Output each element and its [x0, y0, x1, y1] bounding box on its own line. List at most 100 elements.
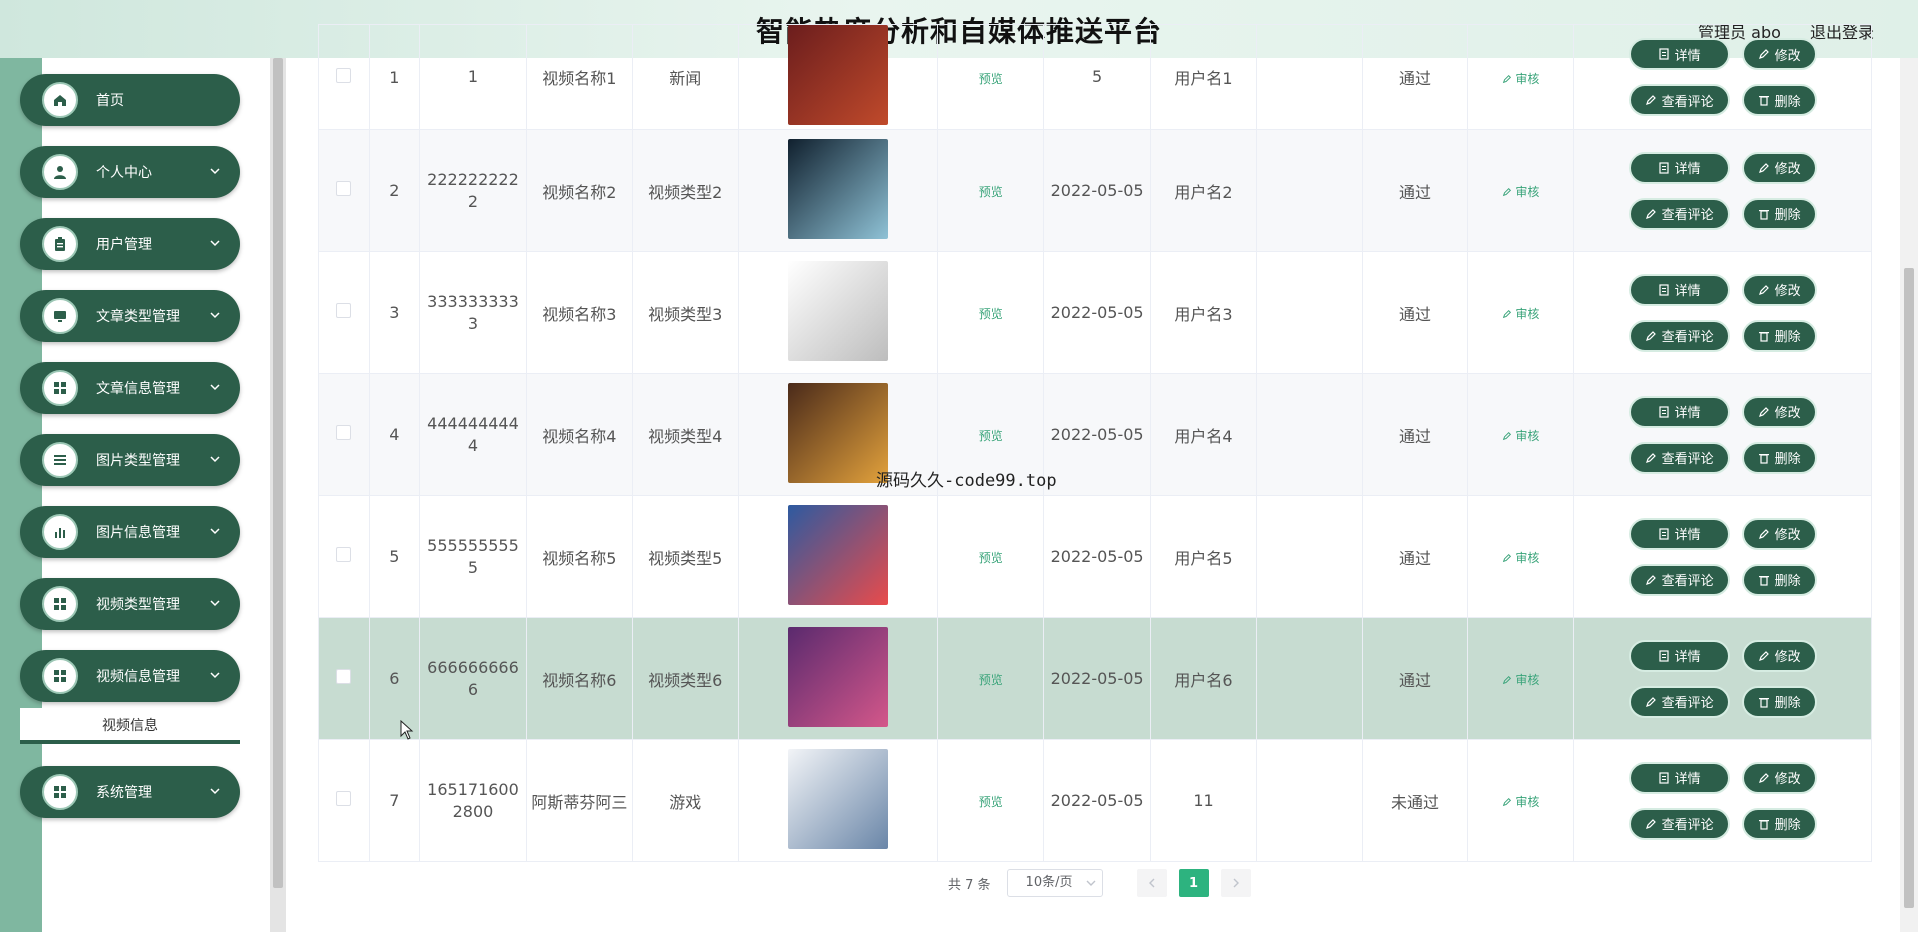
table-cell: 视频名称6 [525, 617, 633, 740]
main-scrollbar[interactable] [1900, 58, 1918, 932]
pagination-page-1[interactable]: 1 [1178, 869, 1209, 897]
sidebar-item-7[interactable]: 视频类型管理 [20, 578, 240, 630]
row-actions: 详情 修改 查看评论 删除 [1574, 517, 1871, 596]
delete-button[interactable]: 删除 [1741, 84, 1817, 116]
video-thumbnail [788, 25, 889, 125]
username: 用户名3 [1174, 304, 1233, 324]
video-id: 1 [467, 67, 479, 86]
sidebar-scrollbar-thumb[interactable] [273, 58, 283, 888]
audit-link[interactable]: 审核 [1502, 185, 1539, 199]
edit-button[interactable]: 修改 [1741, 273, 1817, 306]
row-checkbox[interactable] [336, 547, 352, 562]
page-size-select[interactable]: 10条/页 [1006, 869, 1103, 897]
sidebar-item-2[interactable]: 用户管理 [20, 218, 240, 270]
audit-link-label: 审核 [1515, 551, 1540, 565]
pagination-next-button[interactable] [1220, 869, 1251, 897]
row-checkbox[interactable] [336, 425, 352, 440]
edit-icon [1503, 675, 1512, 685]
detail-button[interactable]: 详情 [1628, 639, 1730, 672]
row-checkbox[interactable] [336, 669, 352, 684]
row-checkbox[interactable] [336, 67, 352, 83]
sidebar-item-4[interactable]: 文章信息管理 [20, 362, 240, 414]
audit-link[interactable]: 审核 [1502, 795, 1539, 809]
table-cell [737, 617, 939, 740]
edit-button-label: 修改 [1774, 162, 1801, 177]
chevron-right-icon [1233, 878, 1239, 888]
view-comments-button[interactable]: 查看评论 [1628, 84, 1730, 116]
audit-link[interactable]: 审核 [1502, 551, 1539, 565]
audit-link[interactable]: 审核 [1502, 307, 1539, 321]
view-comments-button[interactable]: 查看评论 [1628, 563, 1730, 596]
audit-link-label: 审核 [1515, 307, 1540, 321]
delete-button[interactable]: 删除 [1741, 441, 1817, 474]
sidebar-item-6[interactable]: 图片信息管理 [20, 506, 240, 558]
audit-link[interactable]: 审核 [1502, 429, 1539, 443]
table-cell [737, 739, 939, 862]
detail-button[interactable]: 详情 [1628, 517, 1730, 550]
publish-date: 5 [1092, 67, 1103, 86]
delete-button-label: 删除 [1774, 452, 1801, 467]
sidebar-scrollbar[interactable] [270, 58, 286, 932]
row-index: 5 [389, 547, 400, 566]
detail-button[interactable]: 详情 [1628, 38, 1730, 70]
edit-button[interactable]: 修改 [1741, 517, 1817, 550]
view-comments-button[interactable]: 查看评论 [1628, 807, 1730, 840]
sidebar-item-5[interactable]: 图片类型管理 [20, 434, 240, 486]
edit-button[interactable]: 修改 [1741, 639, 1817, 672]
sidebar-item-1[interactable]: 个人中心 [20, 146, 240, 198]
chevron-down-icon [210, 456, 220, 463]
view-comments-button[interactable]: 查看评论 [1628, 197, 1730, 230]
view-comments-button[interactable]: 查看评论 [1628, 319, 1730, 352]
sidebar-item-3[interactable]: 文章类型管理 [20, 290, 240, 342]
chevron-down-icon [210, 168, 220, 175]
table-cell: 视频类型4 [631, 373, 739, 496]
sidebar-item-system[interactable]: 系统管理 [20, 766, 240, 818]
row-index: 4 [389, 425, 400, 444]
delete-button[interactable]: 删除 [1741, 807, 1817, 840]
preview-link[interactable]: 预览 [979, 551, 1003, 565]
table-cell: 预览 [937, 617, 1045, 740]
edit-button[interactable]: 修改 [1741, 38, 1817, 70]
row-checkbox[interactable] [336, 303, 352, 318]
audit-link[interactable]: 审核 [1502, 673, 1539, 687]
detail-button[interactable]: 详情 [1628, 151, 1730, 184]
sidebar-subitem-video-info[interactable]: 视频信息 [20, 708, 240, 744]
document-icon [1659, 649, 1669, 662]
delete-button[interactable]: 删除 [1741, 563, 1817, 596]
sidebar-item-0[interactable]: 首页 [20, 74, 240, 126]
audit-link[interactable]: 审核 [1502, 72, 1539, 86]
table-cell: 审核 [1467, 251, 1575, 374]
table-cell: 审核 [1467, 495, 1575, 618]
detail-button[interactable]: 详情 [1628, 395, 1730, 428]
sidebar-item-label: 视频类型管理 [96, 597, 180, 613]
edit-button-label: 修改 [1774, 48, 1801, 64]
edit-button[interactable]: 修改 [1741, 761, 1817, 794]
view-comments-button[interactable]: 查看评论 [1628, 441, 1730, 474]
sidebar-item-label: 文章类型管理 [96, 309, 180, 325]
row-checkbox[interactable] [336, 181, 352, 196]
preview-link[interactable]: 预览 [979, 72, 1003, 86]
menu-icon-circle [42, 82, 78, 118]
table-cell: 用户名3 [1150, 251, 1257, 374]
pagination-prev-button[interactable] [1136, 869, 1167, 897]
main-scrollbar-thumb[interactable] [1904, 268, 1914, 908]
pagination-total: 共 7 条 [948, 877, 991, 893]
preview-link[interactable]: 预览 [979, 673, 1003, 687]
view-comments-button[interactable]: 查看评论 [1628, 685, 1730, 718]
preview-link[interactable]: 预览 [979, 185, 1003, 199]
preview-link[interactable]: 预览 [979, 429, 1003, 443]
preview-link[interactable]: 预览 [979, 795, 1003, 809]
audit-link-label: 审核 [1515, 71, 1540, 86]
detail-button[interactable]: 详情 [1628, 761, 1730, 794]
edit-button[interactable]: 修改 [1741, 151, 1817, 184]
preview-link[interactable]: 预览 [979, 307, 1003, 321]
delete-button[interactable]: 删除 [1741, 319, 1817, 352]
detail-button[interactable]: 详情 [1628, 273, 1730, 306]
grid-icon [54, 670, 66, 682]
edit-button[interactable]: 修改 [1741, 395, 1817, 428]
document-icon [1659, 161, 1669, 174]
delete-button[interactable]: 删除 [1741, 197, 1817, 230]
row-checkbox[interactable] [336, 791, 352, 806]
delete-button[interactable]: 删除 [1741, 685, 1817, 718]
sidebar-item-8[interactable]: 视频信息管理 [20, 650, 240, 702]
